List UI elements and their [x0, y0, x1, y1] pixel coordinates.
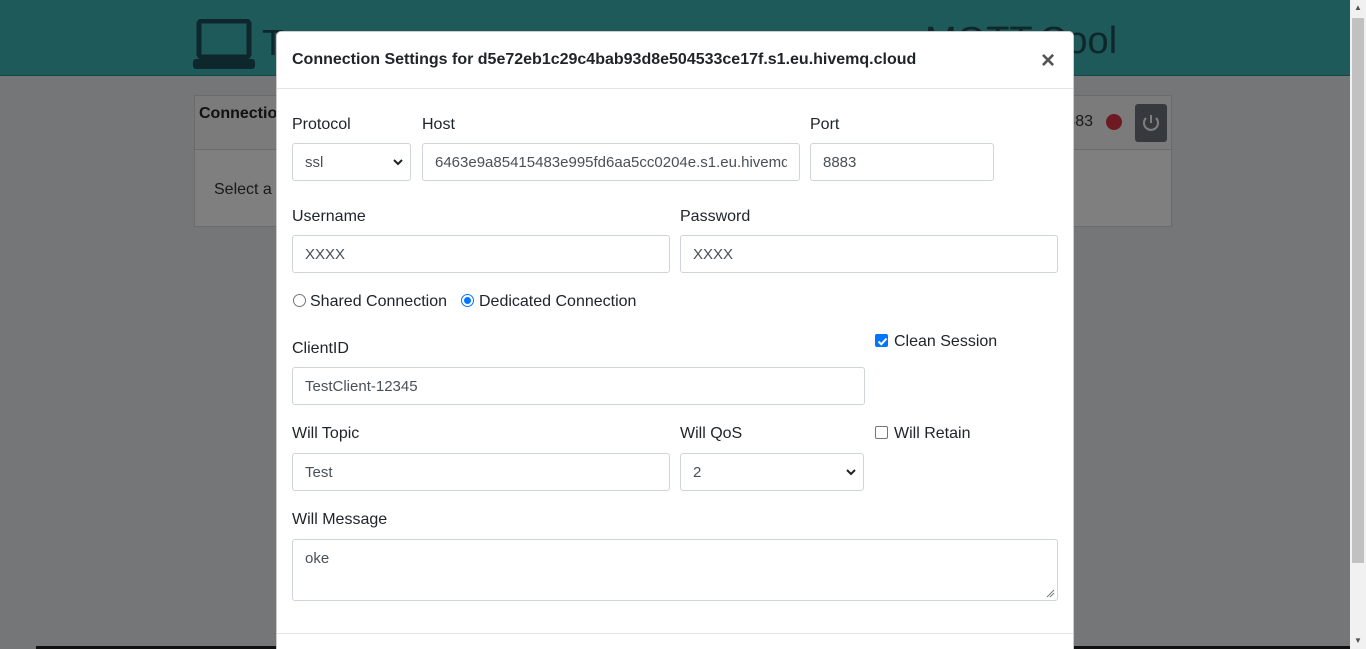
will-retain-label[interactable]: Will Retain: [894, 425, 970, 443]
port-input-value: 8883: [823, 153, 857, 171]
will-qos-select[interactable]: 2: [680, 453, 864, 491]
scroll-down-arrow-icon[interactable]: ▼: [1350, 633, 1366, 649]
username-input[interactable]: XXXX: [292, 235, 670, 273]
will-topic-input-value: Test: [305, 463, 333, 481]
dedicated-connection-label[interactable]: Dedicated Connection: [479, 293, 636, 311]
port-input[interactable]: 8883: [810, 143, 994, 181]
protocol-label: Protocol: [292, 116, 351, 133]
connection-settings-modal: Connection Settings for d5e72eb1c29c4bab…: [276, 31, 1074, 649]
chevron-down-icon: [846, 469, 856, 476]
dedicated-connection-radio[interactable]: [461, 294, 474, 307]
will-message-label: Will Message: [292, 511, 388, 528]
host-input[interactable]: 6463e9a85415483e995fd6aa5cc0204e.s1.eu.h…: [422, 143, 800, 181]
will-qos-label: Will QoS: [680, 425, 743, 442]
will-retain-checkbox[interactable]: [875, 426, 888, 439]
clientid-input-value: TestClient-12345: [305, 377, 418, 395]
clientid-input[interactable]: TestClient-12345: [292, 367, 865, 405]
modal-title: Connection Settings for d5e72eb1c29c4bab…: [292, 51, 917, 68]
check-icon: [877, 337, 888, 346]
port-label: Port: [810, 116, 840, 133]
password-input[interactable]: XXXX: [680, 235, 1058, 273]
page-scrollbar[interactable]: ▲ ▼: [1350, 0, 1366, 649]
username-input-value: XXXX: [305, 245, 346, 263]
protocol-select-value: ssl: [305, 153, 324, 171]
host-input-value: 6463e9a85415483e995fd6aa5cc0204e.s1.eu.h…: [435, 153, 787, 171]
protocol-select[interactable]: ssl: [292, 143, 411, 181]
clean-session-checkbox[interactable]: [875, 334, 888, 347]
chevron-down-icon: [393, 159, 403, 166]
shared-connection-radio[interactable]: [293, 294, 306, 307]
clean-session-label[interactable]: Clean Session: [894, 333, 997, 351]
will-message-value: oke: [305, 550, 330, 567]
modal-footer-divider: [277, 633, 1073, 634]
close-button[interactable]: ×: [1039, 49, 1057, 73]
modal-header: Connection Settings for d5e72eb1c29c4bab…: [277, 32, 1073, 89]
will-message-textarea[interactable]: oke: [292, 539, 1058, 601]
password-input-value: XXXX: [693, 245, 734, 263]
scroll-thumb[interactable]: [1352, 18, 1364, 563]
will-topic-input[interactable]: Test: [292, 453, 670, 491]
scroll-up-arrow-icon[interactable]: ▲: [1350, 0, 1366, 16]
resize-grip-icon[interactable]: [1046, 589, 1055, 598]
clientid-label: ClientID: [292, 340, 349, 357]
shared-connection-label[interactable]: Shared Connection: [310, 293, 447, 311]
host-label: Host: [422, 116, 455, 133]
password-label: Password: [680, 208, 751, 225]
username-label: Username: [292, 208, 366, 225]
will-topic-label: Will Topic: [292, 425, 360, 442]
will-qos-select-value: 2: [693, 463, 702, 481]
